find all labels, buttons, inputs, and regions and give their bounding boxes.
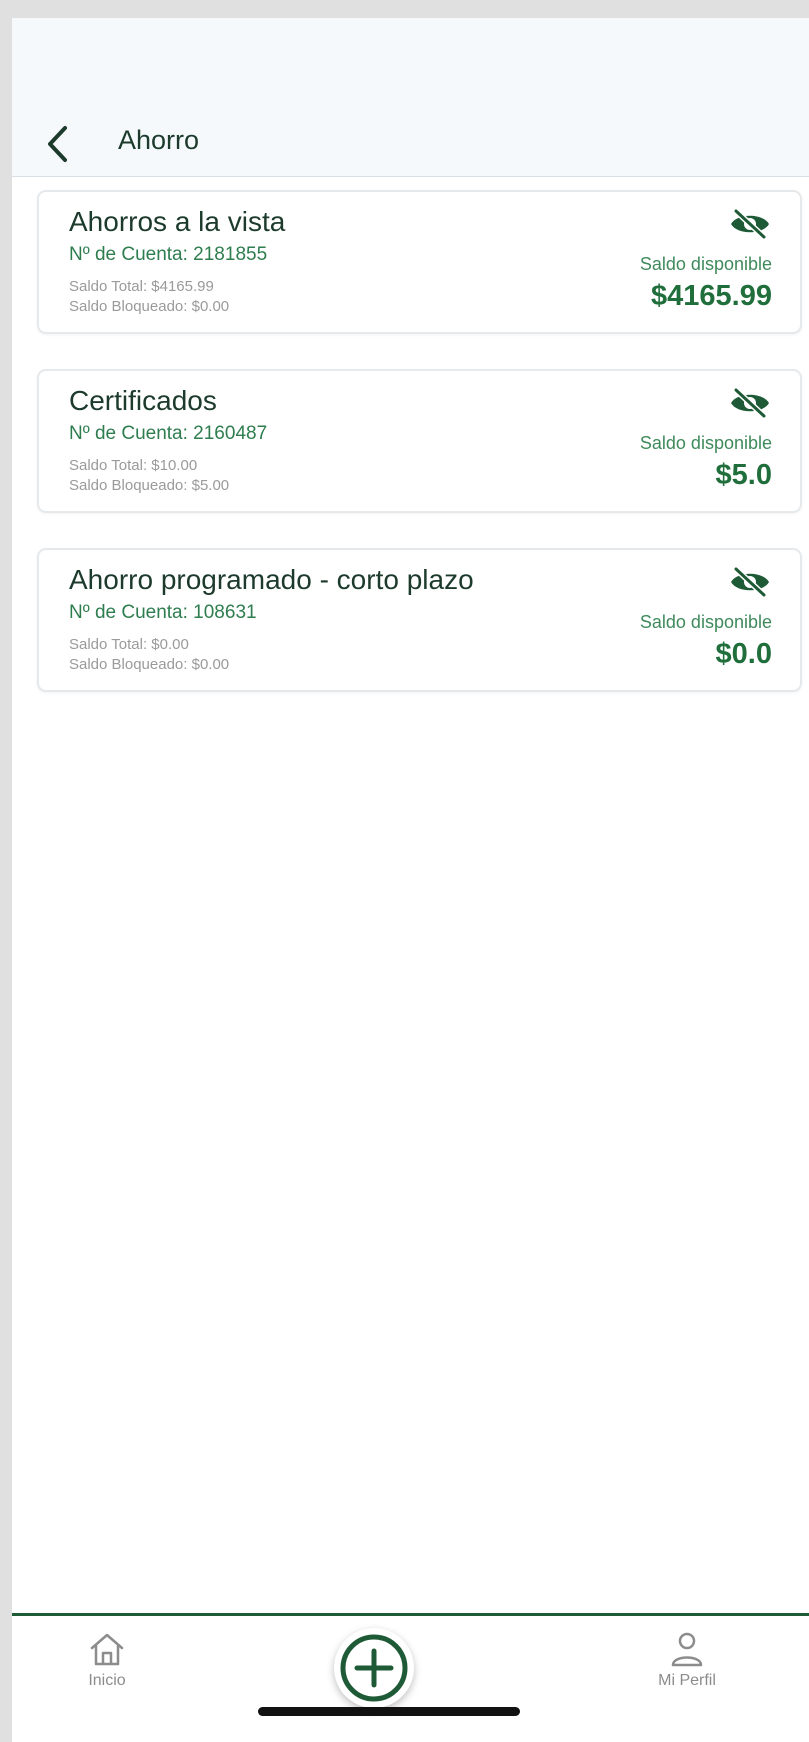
available-balance: $4165.99 [651,280,772,312]
account-card-certificados[interactable]: Certificados Nº de Cuenta: 2160487 Saldo… [37,369,802,513]
hide-balance-button[interactable] [728,206,772,242]
eye-slash-icon [731,208,769,240]
available-balance-label: Saldo disponible [639,612,772,632]
account-number: Nº de Cuenta: 2181855 [69,244,268,265]
available-balance-label: Saldo disponible [639,254,772,274]
total-balance: Saldo Total: $4165.99 [69,278,214,295]
eye-slash-icon [731,566,769,598]
account-name: Ahorro programado - corto plazo [69,564,474,595]
back-button[interactable] [38,124,78,164]
hide-balance-button[interactable] [728,564,772,600]
home-icon [90,1633,124,1666]
plus-circle-icon [340,1634,408,1702]
available-balance: $0.0 [715,638,772,670]
hide-balance-button[interactable] [728,385,772,421]
available-balance: $5.0 [715,459,772,491]
available-balance-label: Saldo disponible [639,433,772,453]
nav-label-mi-perfil: Mi Perfil [658,1672,716,1689]
blocked-balance: Saldo Bloqueado: $0.00 [69,298,230,315]
chevron-left-icon [48,126,67,162]
app-header: Ahorro [12,18,809,177]
app-screen: Ahorro Ahorros a la vista Nº de Cuenta: … [12,18,809,1742]
nav-label-inicio: Inicio [88,1672,126,1689]
account-name: Certificados [69,385,217,416]
bottom-nav: Inicio Mi Perfil [12,1613,809,1742]
account-card-ahorro-programado[interactable]: Ahorro programado - corto plazo Nº de Cu… [37,548,802,692]
user-icon [671,1632,703,1667]
total-balance: Saldo Total: $0.00 [69,636,189,653]
add-button[interactable] [334,1628,414,1708]
total-balance: Saldo Total: $10.00 [69,457,198,474]
account-card-ahorros-vista[interactable]: Ahorros a la vista Nº de Cuenta: 2181855… [37,190,802,334]
blocked-balance: Saldo Bloqueado: $5.00 [69,477,230,494]
eye-slash-icon [731,387,769,419]
account-name: Ahorros a la vista [69,206,286,237]
nav-item-inicio[interactable]: Inicio [52,1630,162,1690]
account-number: Nº de Cuenta: 108631 [69,602,257,623]
account-number: Nº de Cuenta: 2160487 [69,423,268,444]
home-indicator [258,1707,520,1716]
nav-item-mi-perfil[interactable]: Mi Perfil [632,1630,742,1690]
page-title: Ahorro [118,125,200,155]
blocked-balance: Saldo Bloqueado: $0.00 [69,656,230,673]
